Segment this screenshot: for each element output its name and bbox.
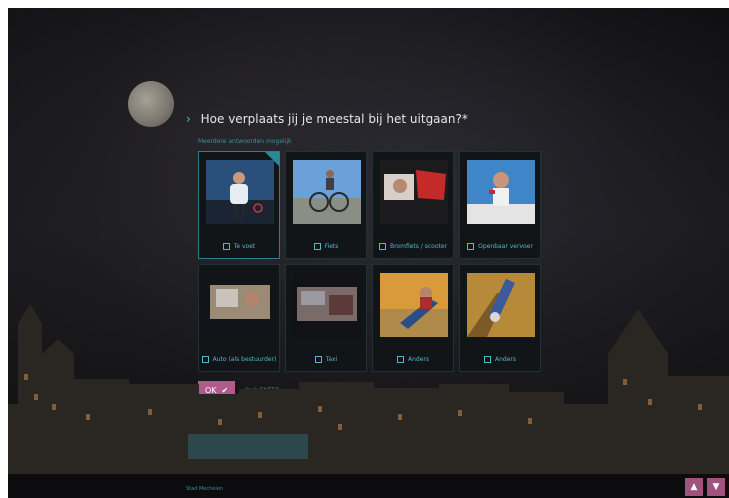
- selected-corner-marker: [265, 152, 279, 166]
- answer-option[interactable]: Fiets: [285, 151, 367, 259]
- question-text: Hoe verplaats jij je meestal bij het uit…: [200, 112, 468, 126]
- question-bullet-icon: ›: [186, 112, 191, 126]
- checkbox-icon[interactable]: [467, 243, 475, 250]
- previous-question-button[interactable]: ▲: [685, 478, 703, 496]
- checkbox-icon[interactable]: [313, 243, 321, 250]
- checkbox-icon[interactable]: [378, 243, 386, 250]
- footer-text: Stad Mechelen: [186, 486, 223, 492]
- survey-screen: › Hoe verplaats jij je meestal bij het u…: [8, 8, 729, 498]
- option-image: [467, 160, 535, 224]
- option-image: [206, 160, 274, 224]
- option-label: Bromfiets / scooter: [389, 243, 448, 250]
- option-label: Fiets: [324, 243, 339, 250]
- answer-option[interactable]: Openbaar vervoer: [459, 151, 541, 259]
- answer-option[interactable]: Te voet: [198, 151, 280, 259]
- option-label: Te voet: [233, 243, 256, 250]
- moon-image: [128, 81, 174, 127]
- footer: Stad Mechelen ▲ ▼: [8, 474, 729, 498]
- next-question-button[interactable]: ▼: [707, 478, 725, 496]
- checkbox-icon[interactable]: [222, 243, 230, 250]
- instruction-text: Meerdere antwoorden mogelijk: [198, 138, 292, 145]
- chevron-up-icon: ▲: [690, 482, 698, 492]
- option-image: [380, 160, 448, 224]
- city-skyline-image: [8, 304, 729, 474]
- option-image: [293, 160, 361, 224]
- chevron-down-icon: ▼: [712, 482, 720, 492]
- option-label: Openbaar vervoer: [478, 243, 533, 250]
- question-title: › Hoe verplaats jij je meestal bij het u…: [186, 112, 468, 126]
- answer-option[interactable]: Bromfiets / scooter: [372, 151, 454, 259]
- footer-line-1: Stad Mechelen: [186, 486, 223, 492]
